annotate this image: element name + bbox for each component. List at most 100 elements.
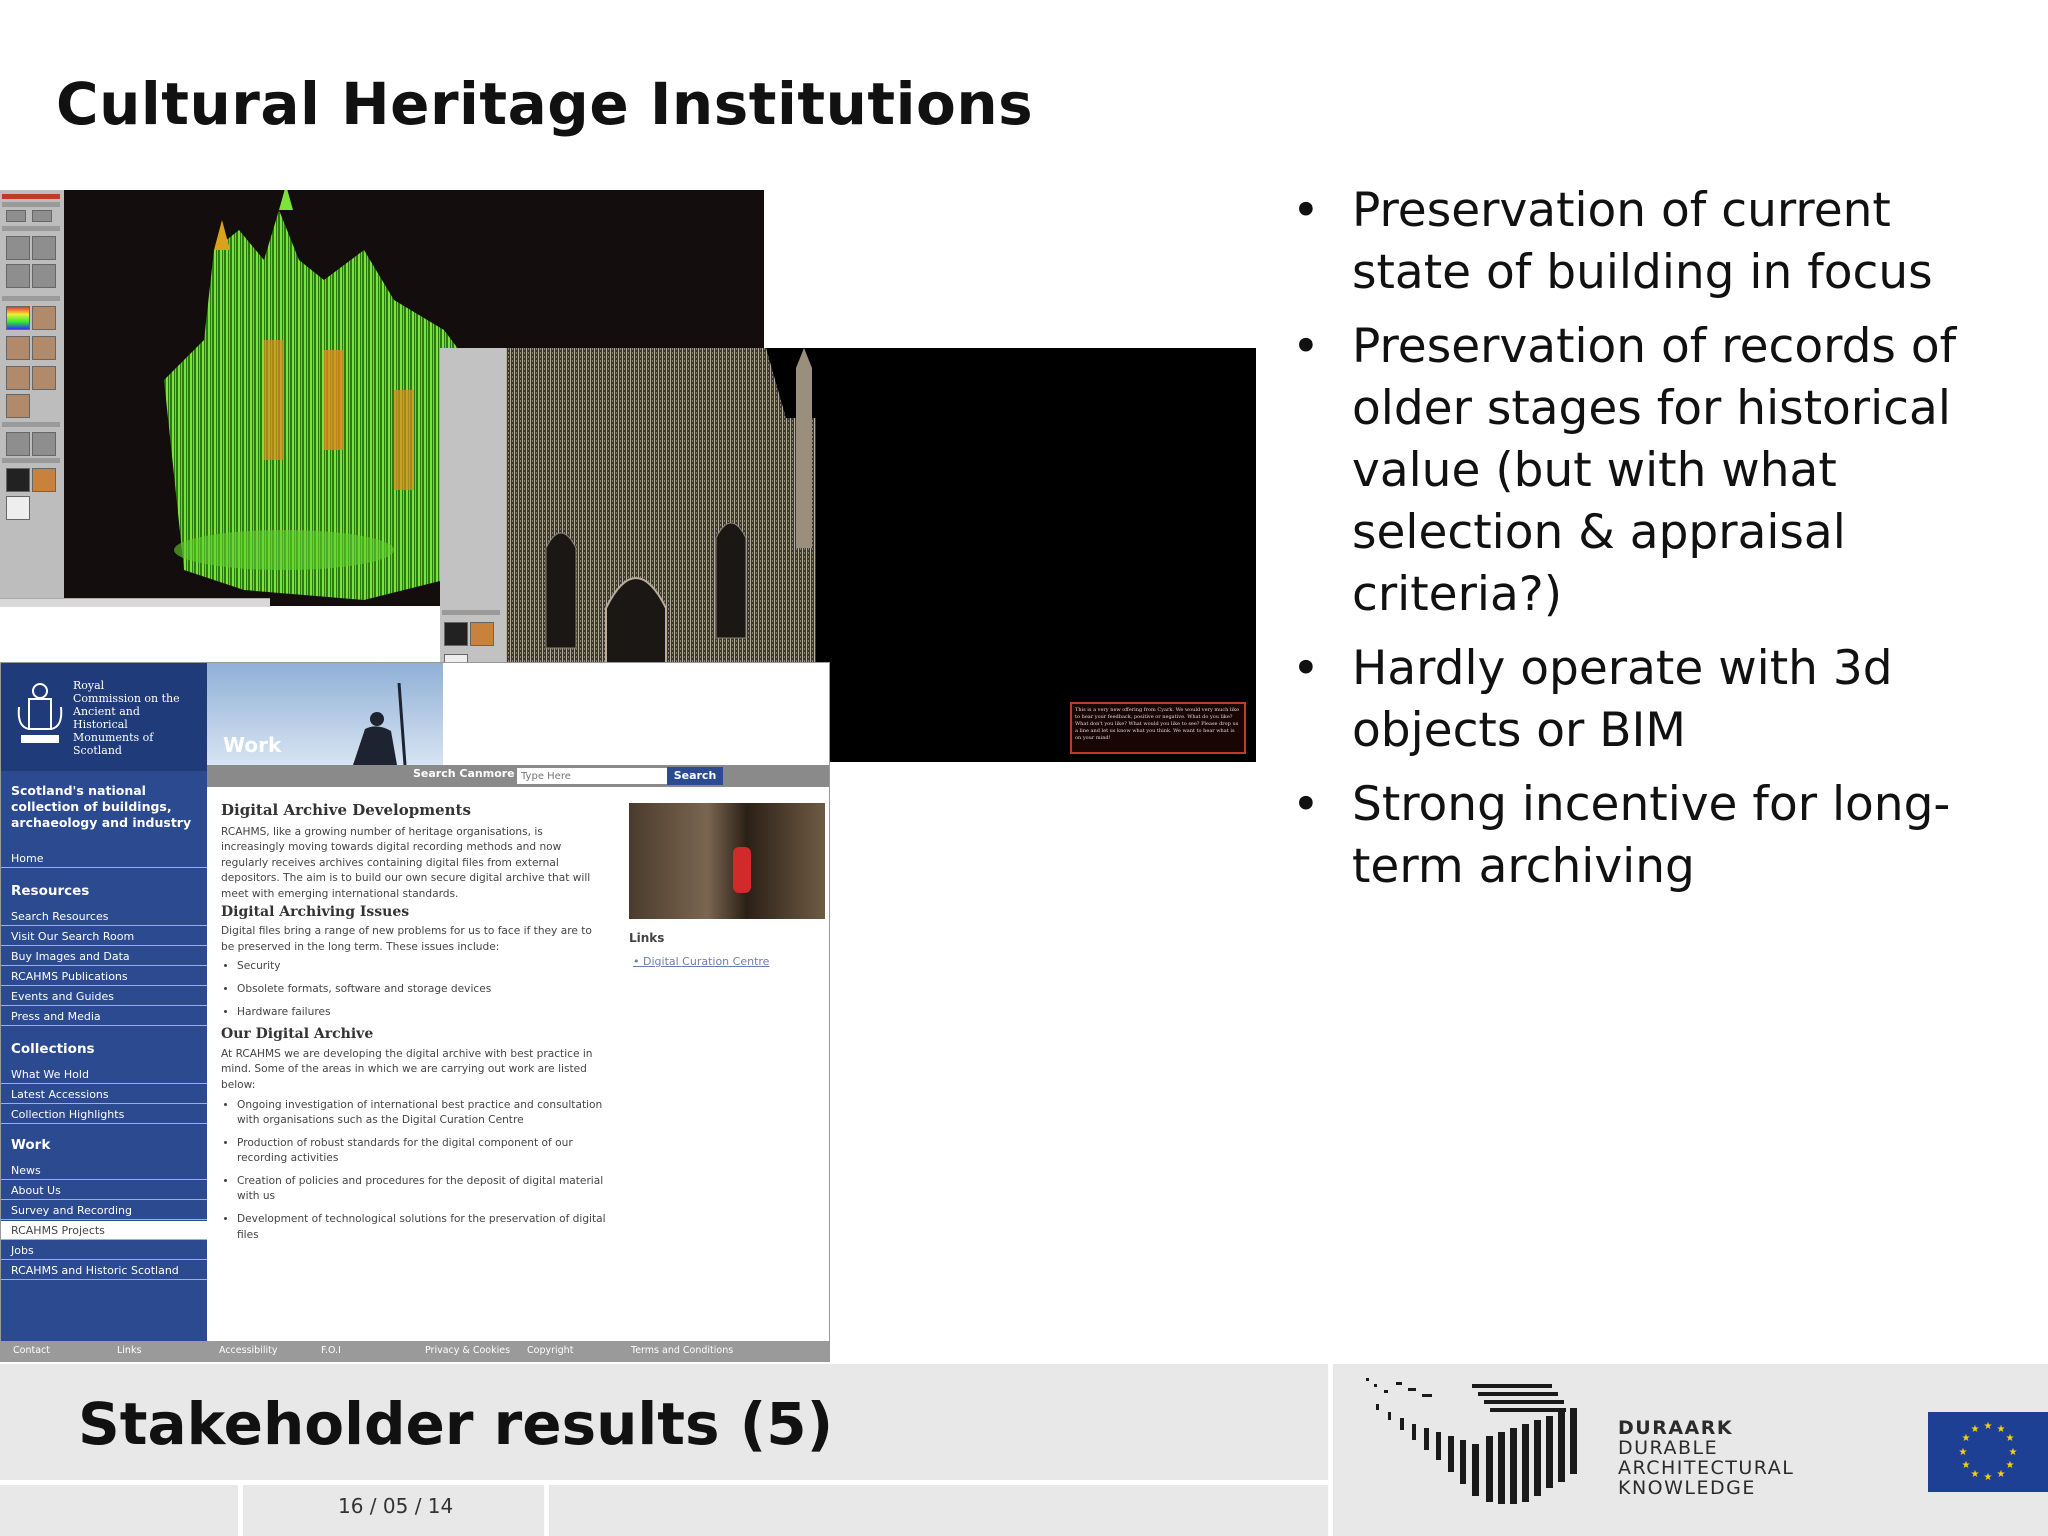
nav-item-about-us[interactable]: About Us xyxy=(1,1181,207,1200)
list-item: Production of robust standards for the d… xyxy=(237,1136,607,1167)
nav-item-what-we-hold[interactable]: What We Hold xyxy=(1,1065,207,1084)
bullet-item: • Hardly operate with 3d objects or BIM xyxy=(1280,638,2020,762)
logo-line: Royal xyxy=(73,679,105,692)
bullet-item: • Preservation of current state of buildi… xyxy=(1280,180,2020,304)
view-mode-icon[interactable] xyxy=(32,366,56,390)
site-logo[interactable]: Royal Commission on the Ancient and Hist… xyxy=(1,663,207,771)
navigate-icon[interactable] xyxy=(6,236,30,260)
cave-survey-photo xyxy=(629,803,825,919)
nav-item-visit-search-room[interactable]: Visit Our Search Room xyxy=(1,927,207,946)
shield-icon[interactable] xyxy=(32,468,56,492)
logo-text: Royal Commission on the Ancient and Hist… xyxy=(73,679,180,757)
search-label: Search Canmore xyxy=(413,767,515,780)
site-footer: Contact Links Accessibility F.O.I Privac… xyxy=(1,1341,829,1361)
view-mode-icon[interactable] xyxy=(32,306,56,330)
help-button[interactable] xyxy=(6,210,26,222)
view-mode-icon[interactable] xyxy=(6,366,30,390)
info-button[interactable] xyxy=(32,210,52,222)
list-item: Security xyxy=(237,959,607,975)
svg-text:★: ★ xyxy=(2006,1460,2015,1471)
nav-item-search-resources[interactable]: Search Resources xyxy=(1,907,207,926)
mail-icon[interactable] xyxy=(6,496,30,520)
camera-icon[interactable] xyxy=(6,432,30,456)
footer-link-terms[interactable]: Terms and Conditions xyxy=(631,1345,733,1356)
tool-icon[interactable] xyxy=(444,622,468,646)
rcahms-website-screenshot: Royal Commission on the Ancient and Hist… xyxy=(0,662,830,1362)
search-button[interactable]: Search xyxy=(667,767,723,785)
list-item: Ongoing investigation of international b… xyxy=(237,1098,607,1129)
viewer-toolbar xyxy=(0,190,65,606)
nav-heading-work: Work xyxy=(11,1137,51,1153)
svg-text:★: ★ xyxy=(1997,1424,2006,1435)
search-bar: Search Canmore Search xyxy=(207,765,829,787)
nav-item-buy-images[interactable]: Buy Images and Data xyxy=(1,947,207,966)
logo-line: ARCHITECTURAL xyxy=(1618,1457,1795,1479)
site-banner: Work xyxy=(207,663,443,765)
banner-word: Work xyxy=(223,733,282,757)
bullet-text: Hardly operate with 3d objects or BIM xyxy=(1352,641,1893,758)
footer-link-privacy[interactable]: Privacy & Cookies xyxy=(425,1345,510,1356)
toolbar-section-bar xyxy=(2,422,60,427)
pan-icon[interactable] xyxy=(32,236,56,260)
content-heading: Digital Archive Developments xyxy=(221,801,471,819)
footer-link-contact[interactable]: Contact xyxy=(13,1345,50,1356)
bullet-text: Strong incentive for long-term archiving xyxy=(1352,777,1951,894)
footer-date: 16 / 05 / 14 xyxy=(338,1494,454,1518)
logo-line: Ancient and xyxy=(73,705,140,718)
footer-link-copyright[interactable]: Copyright xyxy=(527,1345,573,1356)
footer-link-links[interactable]: Links xyxy=(117,1345,141,1356)
nav-item-events[interactable]: Events and Guides xyxy=(1,987,207,1006)
logo-line: Monuments of xyxy=(73,731,154,744)
issues-heading: Digital Archiving Issues xyxy=(221,903,410,920)
view-mode-icon[interactable] xyxy=(6,336,30,360)
nav-heading-resources: Resources xyxy=(11,883,90,899)
nav-item-rcahms-projects[interactable]: RCAHMS Projects xyxy=(1,1221,207,1240)
logo-line: Historical xyxy=(73,718,128,731)
zoom-out-icon[interactable] xyxy=(32,264,56,288)
view-mode-icon[interactable] xyxy=(6,394,30,418)
logo-line: Commission on the xyxy=(73,692,180,705)
bullet-item: • Strong incentive for long-term archivin… xyxy=(1280,774,2020,898)
viewer-status-bar xyxy=(0,598,270,607)
tool-icon[interactable] xyxy=(6,468,30,492)
nav-item-historic-scotland[interactable]: RCAHMS and Historic Scotland xyxy=(1,1261,207,1280)
logo-line: KNOWLEDGE xyxy=(1618,1477,1756,1499)
nav-item-highlights[interactable]: Collection Highlights xyxy=(1,1105,207,1124)
search-input[interactable] xyxy=(517,768,667,784)
footer-divider xyxy=(0,1480,1330,1485)
nav-item-news[interactable]: News xyxy=(1,1161,207,1180)
bullet-list: • Preservation of current state of buildi… xyxy=(1280,180,2020,910)
zoom-in-icon[interactable] xyxy=(6,264,30,288)
nav-item-latest-accessions[interactable]: Latest Accessions xyxy=(1,1085,207,1104)
footer-link-foi[interactable]: F.O.I xyxy=(321,1345,341,1356)
logo-line: DURABLE xyxy=(1618,1437,1719,1459)
svg-text:★: ★ xyxy=(1971,1469,1980,1480)
eu-flag-icon: ★ ★★★ ★★★★ ★★★★ xyxy=(1928,1412,2048,1492)
link-digital-curation-centre[interactable]: • Digital Curation Centre xyxy=(633,955,769,968)
nav-heading-collections: Collections xyxy=(11,1041,95,1057)
bullet-text: Preservation of current state of buildin… xyxy=(1352,183,1933,300)
nav-item-jobs[interactable]: Jobs xyxy=(1,1241,207,1260)
footer-link-accessibility[interactable]: Accessibility xyxy=(219,1345,277,1356)
toolbar-header xyxy=(2,194,60,199)
footer-title: Stakeholder results (5) xyxy=(78,1390,834,1458)
list-item: Creation of policies and procedures for … xyxy=(237,1174,607,1205)
duraark-wordmark: DURAARK DURABLE ARCHITECTURAL KNOWLEDGE xyxy=(1618,1418,1794,1498)
nav-item-press[interactable]: Press and Media xyxy=(1,1007,207,1026)
nav-item-publications[interactable]: RCAHMS Publications xyxy=(1,967,207,986)
feedback-box: This is a very new offering from Cyark. … xyxy=(1070,702,1246,754)
link-label[interactable]: Digital Curation Centre xyxy=(643,955,769,968)
shield-icon[interactable] xyxy=(470,622,494,646)
nav-home[interactable]: Home xyxy=(1,849,207,868)
archive-intro: At RCAHMS we are developing the digital … xyxy=(221,1047,593,1091)
logo-line: Scotland xyxy=(73,744,122,757)
color-ramp-icon[interactable] xyxy=(6,306,30,330)
camera-icon[interactable] xyxy=(32,432,56,456)
duraark-logo-icon xyxy=(1366,1378,1577,1504)
issues-list: Security Obsolete formats, software and … xyxy=(221,959,607,1020)
links-heading: Links xyxy=(629,931,665,945)
archive-list: Ongoing investigation of international b… xyxy=(221,1098,607,1244)
view-mode-icon[interactable] xyxy=(32,336,56,360)
svg-text:★: ★ xyxy=(1997,1469,2006,1480)
nav-item-survey-recording[interactable]: Survey and Recording xyxy=(1,1201,207,1220)
